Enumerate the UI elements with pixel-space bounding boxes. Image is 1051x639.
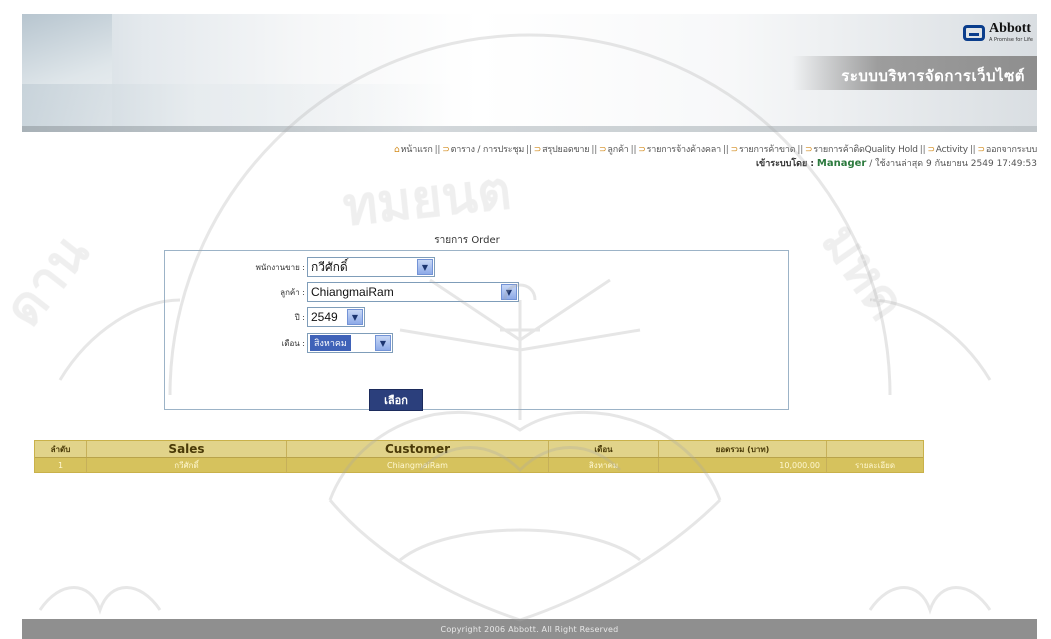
nav-home[interactable]: หน้าแรก [401, 145, 433, 155]
detail-link[interactable]: รายละเอียด [827, 458, 923, 472]
logo-name: Abbott [989, 21, 1032, 36]
nav-separator: || [919, 145, 926, 155]
page-title: รายการ Order [434, 235, 500, 246]
sales-label: พนักงานขาย : [255, 262, 305, 272]
nav-out-of-stock[interactable]: รายการค้าขาด [739, 145, 796, 155]
month-row: เดือน : สิงหาคม ▼ [245, 333, 393, 353]
column-header-month: เดือน [549, 441, 659, 457]
sales-row: พนักงานขาย : กวีศักดิ์ ▼ [245, 257, 435, 277]
nav-schedule[interactable]: ตาราง / การประชุม [451, 145, 525, 155]
copyright-text: Copyright 2006 Abbott. All Right Reserve… [440, 624, 619, 634]
sales-select-value: กวีศักดิ์ [311, 259, 348, 274]
select-button[interactable]: เลือก [369, 389, 423, 411]
nav-bullet-icon: ⊃ [977, 145, 986, 155]
nav-separator: || [722, 145, 729, 155]
abbott-logo: Abbott A Promise for Life [963, 22, 1033, 43]
banner-wave [22, 84, 452, 132]
banner-divider [22, 126, 1037, 132]
page-frame: ระบบบริหารจัดการเว็บไซต์ Abbott A Promis… [22, 14, 1037, 639]
column-header-no: ลำดับ [35, 441, 87, 457]
year-label: ปี : [294, 312, 305, 322]
nav-backorders[interactable]: รายการจ้างค้างคลา [647, 145, 721, 155]
nav-separator: || [969, 145, 976, 155]
cell-customer: ChiangmaiRam [287, 458, 549, 472]
login-role: Manager [816, 158, 867, 169]
nav-separator: || [630, 145, 637, 155]
column-header-total: ยอดรวม (บาท) [659, 441, 827, 457]
header-banner: ระบบบริหารจัดการเว็บไซต์ Abbott A Promis… [22, 14, 1037, 132]
year-select[interactable]: 2549 ▼ [307, 307, 365, 327]
footer: Copyright 2006 Abbott. All Right Reserve… [22, 619, 1037, 639]
nav-activity[interactable]: Activity [936, 145, 968, 155]
year-row: ปี : 2549 ▼ [245, 307, 365, 327]
main-nav: ⌂หน้าแรก || ⊃ตาราง / การประชุม || ⊃สรุปยอดขา… [394, 142, 1037, 156]
year-select-value: 2549 [311, 310, 338, 324]
nav-logout[interactable]: ออกจากระบบ [986, 145, 1037, 155]
nav-sales-summary[interactable]: สรุปยอดขาย [542, 145, 589, 155]
home-icon: ⌂ [394, 145, 400, 155]
login-label: เข้าระบบโดย : [755, 159, 815, 169]
column-header-sales: Sales [87, 441, 287, 457]
nav-bullet-icon: ⊃ [638, 145, 646, 155]
abbott-logo-icon [963, 25, 986, 41]
order-filter-form: พนักงานขาย : กวีศักดิ์ ▼ ลูกค้า : Chiang… [164, 250, 789, 411]
nav-separator: || [591, 145, 598, 155]
table-row: 1 กวีศักดิ์ ChiangmaiRam สิงหาคม 10,000.… [35, 458, 923, 472]
nav-bullet-icon: ⊃ [927, 145, 935, 155]
month-select-value: สิงหาคม [310, 335, 351, 351]
last-login: / ใช้งานล่าสุด 9 กันยายน 2549 17:49:53 [869, 159, 1037, 169]
cell-total: 10,000.00 [659, 458, 827, 472]
logo-tagline: A Promise for Life [989, 37, 1033, 43]
cell-no: 1 [35, 458, 87, 472]
nav-bullet-icon: ⊃ [730, 145, 739, 155]
nav-quality-hold[interactable]: รายการค้าติดQuality Hold [813, 145, 918, 155]
login-info: เข้าระบบโดย : Manager / ใช้งานล่าสุด 9 ก… [756, 156, 1037, 170]
cell-month: สิงหาคม [549, 458, 659, 472]
chevron-down-icon[interactable]: ▼ [501, 284, 517, 300]
month-label: เดือน : [281, 338, 305, 348]
chevron-down-icon[interactable]: ▼ [375, 335, 391, 351]
chevron-down-icon[interactable]: ▼ [417, 259, 433, 275]
cell-sales: กวีศักดิ์ [87, 458, 287, 472]
table-header: ลำดับ Sales Customer เดือน ยอดรวม (บาท) [35, 441, 923, 458]
site-title: ระบบบริหารจัดการเว็บไซต์ [841, 67, 1025, 85]
chevron-down-icon[interactable]: ▼ [347, 309, 363, 325]
customer-select[interactable]: ChiangmaiRam ▼ [307, 282, 519, 302]
nav-bullet-icon: ⊃ [599, 145, 607, 155]
logo-text: Abbott A Promise for Life [989, 22, 1033, 43]
column-header-customer: Customer [287, 441, 549, 457]
customer-label: ลูกค้า : [280, 287, 305, 297]
sales-select[interactable]: กวีศักดิ์ ▼ [307, 257, 435, 277]
nav-separator: || [797, 145, 804, 155]
nav-bullet-icon: ⊃ [805, 145, 813, 155]
nav-bullet-icon: ⊃ [533, 145, 542, 155]
nav-separator: || [434, 145, 441, 155]
customer-select-value: ChiangmaiRam [311, 285, 394, 299]
customer-row: ลูกค้า : ChiangmaiRam ▼ [245, 282, 519, 302]
order-table: ลำดับ Sales Customer เดือน ยอดรวม (บาท) … [34, 440, 924, 473]
nav-bullet-icon: ⊃ [442, 145, 450, 155]
nav-separator: || [526, 145, 532, 155]
nav-customers[interactable]: ลูกค้า [607, 145, 628, 155]
month-select[interactable]: สิงหาคม ▼ [307, 333, 393, 353]
column-header-action [827, 441, 923, 457]
